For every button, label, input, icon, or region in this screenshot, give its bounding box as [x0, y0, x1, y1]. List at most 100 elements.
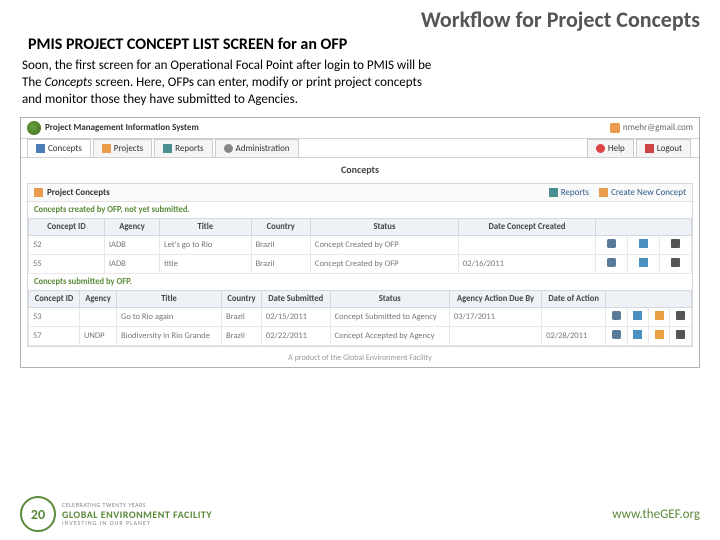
- mail-icon[interactable]: [676, 330, 685, 339]
- create-icon: [599, 188, 608, 197]
- reports-icon: [163, 144, 172, 153]
- th-title: Title: [160, 218, 252, 235]
- table2-caption: Concepts submitted by OFP.: [28, 274, 692, 290]
- body-line-3: and monitor those they have submitted to…: [22, 92, 298, 107]
- alert-icon[interactable]: [655, 311, 664, 320]
- cell-date: [458, 235, 595, 254]
- th-actions: [606, 290, 692, 307]
- view-icon[interactable]: [612, 311, 621, 320]
- tab-projects-label: Projects: [114, 143, 143, 154]
- gef-badge: 20: [20, 496, 56, 532]
- cell-id: 53: [29, 307, 80, 326]
- view-icon[interactable]: [607, 258, 616, 267]
- cell-action-due: 03/17/2011: [449, 307, 541, 326]
- help-icon: [596, 144, 605, 153]
- cell-id: 52: [29, 235, 105, 254]
- th-date: Date Concept Created: [458, 218, 595, 235]
- tab-concepts-label: Concepts: [48, 143, 82, 154]
- tab-bar: Concepts Projects Reports Administration…: [21, 139, 699, 158]
- cell-date-action: 02/28/2011: [542, 326, 606, 345]
- user-icon: [610, 123, 620, 133]
- tab-help-label: Help: [608, 143, 625, 154]
- table-row: 55 IADB title Brazil Concept Created by …: [29, 254, 692, 273]
- th-id: Concept ID: [29, 218, 105, 235]
- admin-icon: [224, 144, 233, 153]
- cell-status: Concept Accepted by Agency: [330, 326, 449, 345]
- tab-logout[interactable]: Logout: [636, 139, 691, 157]
- th-id: Concept ID: [29, 290, 80, 307]
- tab-reports[interactable]: Reports: [154, 139, 212, 157]
- concepts-panel: Project Concepts Reports Create New Conc…: [27, 183, 693, 347]
- cell-agency: IADB: [104, 235, 159, 254]
- view-icon[interactable]: [612, 330, 621, 339]
- table-row: 53 Go to Rio again Brazil 02/15/2011 Con…: [29, 307, 692, 326]
- mail-icon[interactable]: [676, 311, 685, 320]
- app-header: Project Management Information System nm…: [21, 118, 699, 139]
- tab-help[interactable]: Help: [587, 139, 634, 157]
- th-date-sub: Date Submitted: [261, 290, 330, 307]
- mail-icon[interactable]: [671, 239, 680, 248]
- cell-id: 57: [29, 326, 80, 345]
- th-status: Status: [310, 218, 458, 235]
- gef-badge-num: 20: [31, 506, 45, 523]
- th-title: Title: [117, 290, 222, 307]
- mail-icon[interactable]: [671, 258, 680, 267]
- cell-country: Brazil: [222, 307, 262, 326]
- tab-logout-label: Logout: [657, 143, 682, 154]
- gef-logo: 20 CELEBRATING TWENTY YEARS GLOBAL ENVIR…: [20, 496, 212, 532]
- slide-footer: 20 CELEBRATING TWENTY YEARS GLOBAL ENVIR…: [0, 496, 720, 532]
- gef-url: www.theGEF.org: [612, 507, 700, 522]
- view-icon[interactable]: [607, 239, 616, 248]
- cell-title: Go to Rio again: [117, 307, 222, 326]
- projects-icon: [102, 144, 111, 153]
- panel-title: Project Concepts: [47, 187, 110, 198]
- globe-icon: [27, 121, 41, 135]
- pmis-screenshot: Project Management Information System nm…: [20, 117, 700, 368]
- table-row: 57 UNDP Biodiversity in Rio Grande Brazi…: [29, 326, 692, 345]
- user-email: nmehr@gmail.com: [623, 122, 693, 133]
- concepts-icon: [36, 144, 45, 153]
- alert-icon[interactable]: [655, 330, 664, 339]
- body-line-2b: Concepts: [45, 75, 93, 90]
- edit-icon[interactable]: [639, 239, 648, 248]
- logout-icon: [645, 144, 654, 153]
- panel-reports-label: Reports: [561, 187, 589, 198]
- app-title: Project Management Information System: [45, 122, 199, 133]
- cell-title: Let's go to Rio: [160, 235, 252, 254]
- tab-admin[interactable]: Administration: [215, 139, 299, 157]
- cell-id: 55: [29, 254, 105, 273]
- table1-caption: Concepts created by OFP, not yet submitt…: [28, 202, 692, 218]
- cell-country: Brazil: [251, 254, 310, 273]
- section-title: PMIS PROJECT CONCEPT LIST SCREEN for an …: [0, 35, 720, 56]
- edit-icon[interactable]: [639, 258, 648, 267]
- create-concept-link[interactable]: Create New Concept: [599, 187, 686, 198]
- edit-icon[interactable]: [633, 311, 642, 320]
- concepts-table-submitted: Concept ID Agency Title Country Date Sub…: [28, 290, 692, 346]
- cell-agency: IADB: [104, 254, 159, 273]
- body-line-2c: screen. Here, OFPs can enter, modify or …: [92, 75, 422, 90]
- edit-icon[interactable]: [633, 330, 642, 339]
- cell-country: Brazil: [222, 326, 262, 345]
- panel-reports-link[interactable]: Reports: [549, 187, 589, 198]
- cell-country: Brazil: [251, 235, 310, 254]
- concepts-table-unsubmitted: Concept ID Agency Title Country Status D…: [28, 218, 692, 274]
- cell-date-action: [542, 307, 606, 326]
- table-row: 52 IADB Let's go to Rio Brazil Concept C…: [29, 235, 692, 254]
- th-actions: [596, 218, 692, 235]
- th-agency: Agency: [104, 218, 159, 235]
- tab-concepts[interactable]: Concepts: [27, 139, 91, 157]
- th-action-due: Agency Action Due By: [449, 290, 541, 307]
- body-line-1: Soon, the first screen for an Operationa…: [22, 58, 431, 73]
- cell-action-due: [449, 326, 541, 345]
- th-date-action: Date of Action: [542, 290, 606, 307]
- cell-status: Concept Created by OFP: [310, 235, 458, 254]
- cell-title: Biodiversity in Rio Grande: [117, 326, 222, 345]
- page-title: Concepts: [21, 158, 699, 181]
- cell-date-sub: 02/15/2011: [261, 307, 330, 326]
- cell-status: Concept Submitted to Agency: [330, 307, 449, 326]
- cell-date: 02/16/2011: [458, 254, 595, 273]
- tab-reports-label: Reports: [175, 143, 203, 154]
- th-agency: Agency: [79, 290, 116, 307]
- th-status: Status: [330, 290, 449, 307]
- tab-projects[interactable]: Projects: [93, 139, 152, 157]
